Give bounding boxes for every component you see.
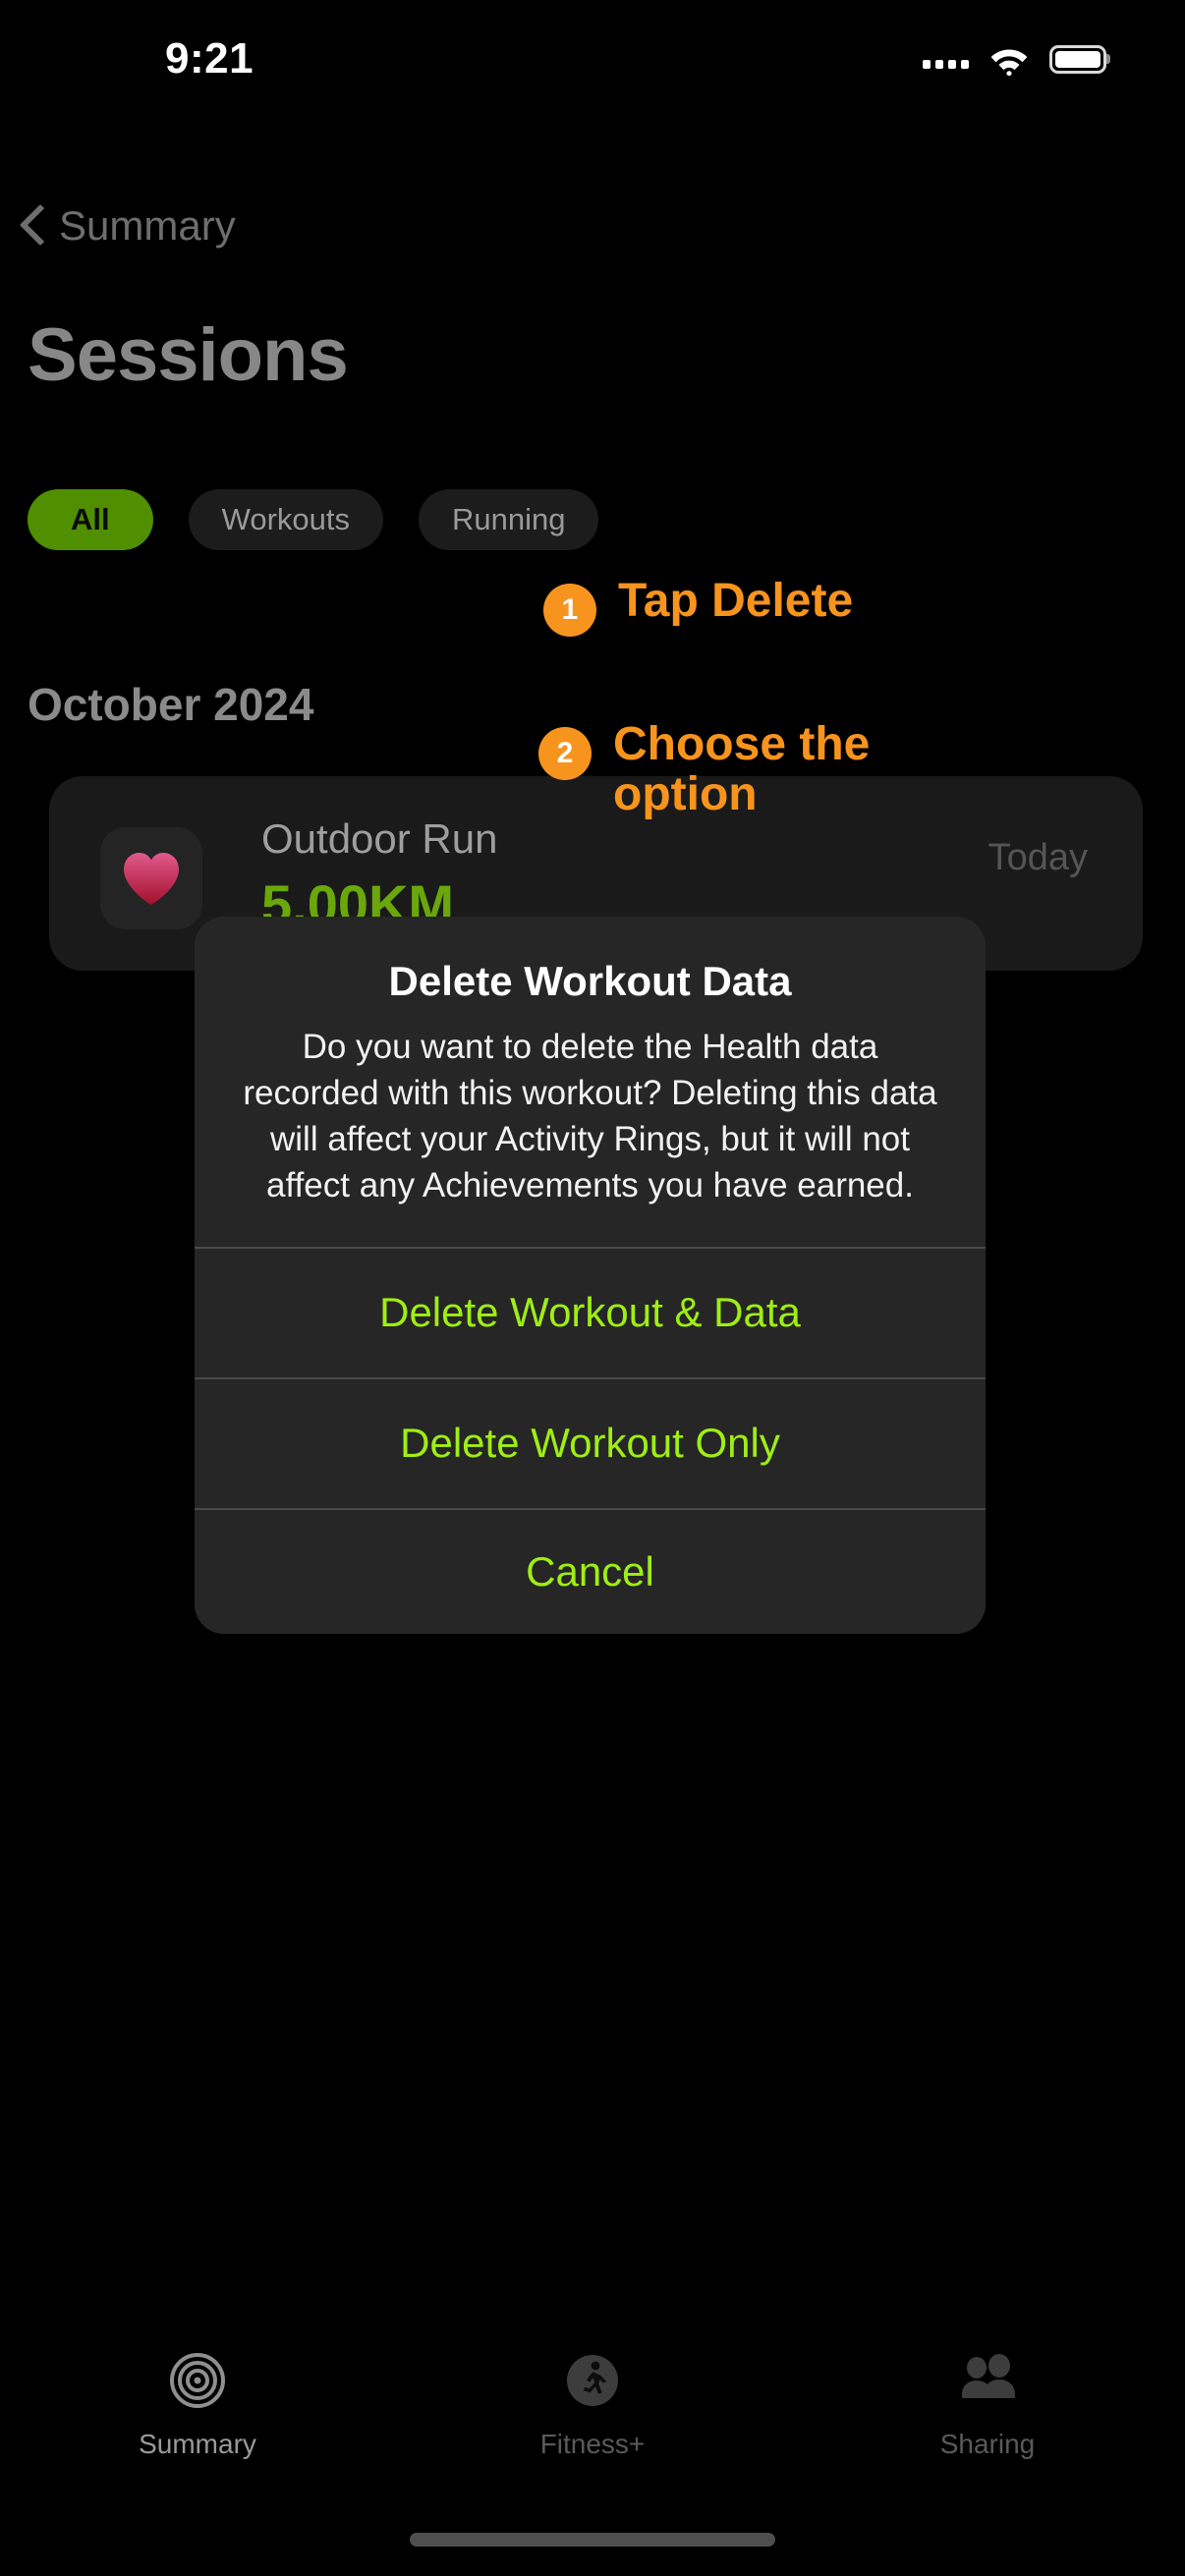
people-icon [955, 2346, 1020, 2415]
alert-title: Delete Workout Data [388, 958, 792, 1004]
tab-fitness-plus-label: Fitness+ [539, 2429, 646, 2459]
annotation-text-1: Tap Delete [618, 575, 854, 627]
workout-icon-container [100, 827, 202, 929]
cellular-dots-icon [923, 49, 969, 69]
workout-date: Today [988, 837, 1088, 878]
heart-icon [121, 850, 182, 907]
alert-message: Do you want to delete the Health data re… [243, 1028, 937, 1204]
tab-sharing-label: Sharing [939, 2429, 1036, 2459]
annotation-badge-1: 1 [543, 584, 596, 637]
filter-chip-row: All Workouts Running [28, 489, 599, 550]
tab-bar: Summary Fitness+ Sharing [0, 2338, 1185, 2495]
status-time: 9:21 [165, 34, 254, 83]
page-title: Sessions [28, 313, 349, 397]
month-section-header: October 2024 [28, 679, 314, 730]
home-indicator[interactable] [410, 2533, 775, 2547]
back-button-label: Summary [59, 202, 236, 249]
tab-summary-label: Summary [139, 2429, 256, 2459]
status-bar: 9:21 [0, 0, 1185, 118]
filter-chip-running[interactable]: Running [418, 489, 599, 550]
running-person-icon [564, 2346, 621, 2415]
phone-screen: 9:21 Summary Sessions All Workouts Runni… [0, 0, 1185, 2576]
delete-workout-alert: Delete Workout Data Do you want to delet… [195, 917, 986, 1634]
annotation-badge-2: 2 [538, 727, 592, 780]
back-button[interactable]: Summary [20, 196, 236, 255]
status-indicators [923, 42, 1106, 76]
tab-sharing[interactable]: Sharing [790, 2338, 1185, 2495]
annotation-step-2: 2 Choose the option [538, 719, 1006, 820]
battery-icon [1049, 44, 1106, 74]
tab-summary[interactable]: Summary [0, 2338, 395, 2495]
wifi-icon [987, 42, 1032, 76]
filter-chip-all[interactable]: All [28, 489, 153, 550]
workout-name: Outdoor Run [261, 815, 498, 862]
filter-chip-workouts[interactable]: Workouts [188, 489, 383, 550]
alert-body: Delete Workout Data Do you want to delet… [195, 917, 986, 1247]
cancel-button[interactable]: Cancel [195, 1507, 986, 1634]
delete-workout-and-data-button[interactable]: Delete Workout & Data [195, 1246, 986, 1377]
delete-workout-only-button[interactable]: Delete Workout Only [195, 1376, 986, 1508]
annotation-step-1: 1 Tap Delete [543, 576, 853, 637]
tab-fitness-plus[interactable]: Fitness+ [395, 2338, 790, 2495]
chevron-left-icon [20, 204, 45, 248]
annotation-text-2: Choose the option [613, 718, 871, 821]
activity-rings-icon [169, 2346, 226, 2415]
